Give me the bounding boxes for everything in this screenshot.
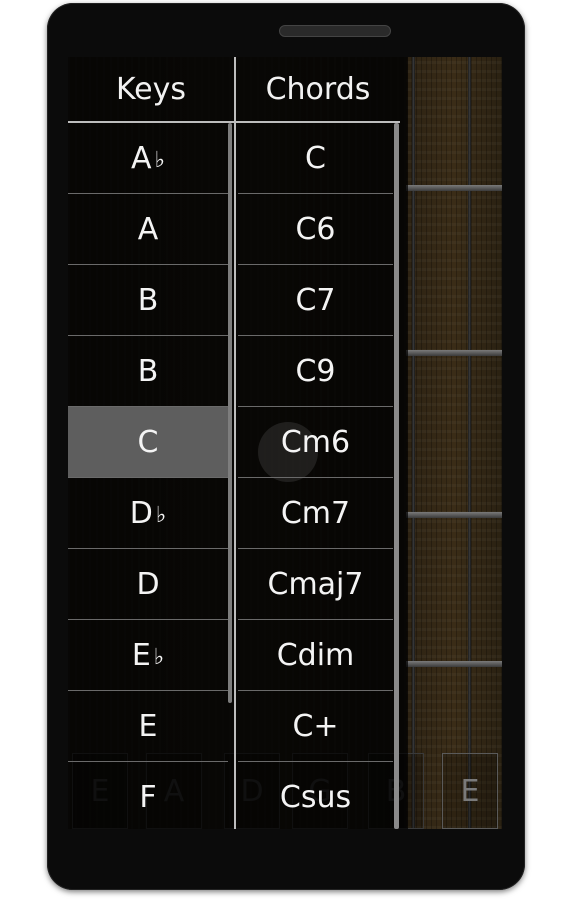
key-label: A <box>137 211 159 247</box>
keys-header: Keys <box>68 57 234 123</box>
key-item-selected[interactable]: C <box>68 407 228 478</box>
chord-item[interactable]: Cmaj7 <box>238 549 393 620</box>
chord-item[interactable]: Cm7 <box>238 478 393 549</box>
key-item[interactable]: A ♭ <box>68 123 228 194</box>
chord-item[interactable]: Csus <box>238 762 393 829</box>
keys-list[interactable]: A ♭ A B B C D ♭ D E ♭ E F <box>68 123 228 829</box>
chord-item[interactable]: C9 <box>238 336 393 407</box>
key-item[interactable]: E <box>68 691 228 762</box>
flat-symbol: ♭ <box>154 147 165 173</box>
key-label: F <box>139 779 157 815</box>
key-label: B <box>137 282 159 318</box>
keys-header-label: Keys <box>115 71 187 107</box>
key-item[interactable]: B <box>68 265 228 336</box>
fret-bar <box>406 350 502 356</box>
fretboard-visible-area <box>406 57 502 829</box>
chord-label: C6 <box>295 211 336 247</box>
panel-divider <box>234 57 236 829</box>
chord-label: Csus <box>279 779 352 815</box>
string-wire <box>468 57 471 829</box>
chord-label: C7 <box>295 282 336 318</box>
flat-symbol: ♭ <box>153 644 165 670</box>
chord-label: Cmaj7 <box>267 566 364 602</box>
string-tab-label: E <box>460 773 480 809</box>
chord-item[interactable]: C+ <box>238 691 393 762</box>
chords-header-label: Chords <box>265 71 371 107</box>
chord-label: Cm6 <box>280 424 351 460</box>
phone-chin <box>47 829 525 890</box>
chord-item[interactable]: Cdim <box>238 620 393 691</box>
chord-label: C+ <box>292 708 339 744</box>
fret-bar <box>406 512 502 518</box>
keys-scrollbar[interactable] <box>228 123 232 703</box>
key-item[interactable]: B <box>68 336 228 407</box>
key-label: E <box>138 708 158 744</box>
key-label: B <box>137 353 159 389</box>
chord-label: Cdim <box>276 637 355 673</box>
key-item[interactable]: E ♭ <box>68 620 228 691</box>
chord-label: C <box>305 140 326 176</box>
key-item[interactable]: F <box>68 762 228 829</box>
speaker-grille <box>279 25 391 37</box>
chord-item[interactable]: C7 <box>238 265 393 336</box>
string-tab-e-high[interactable]: E <box>442 753 498 829</box>
fret-bar <box>406 661 502 667</box>
chord-item[interactable]: Cm6 <box>238 407 393 478</box>
chord-item[interactable]: C <box>238 123 393 194</box>
key-label: D <box>136 566 160 602</box>
key-item[interactable]: D ♭ <box>68 478 228 549</box>
string-wire <box>412 57 415 829</box>
chords-list[interactable]: C C6 C7 C9 Cm6 Cm7 Cmaj7 Cdim C+ Csus <box>238 123 393 829</box>
key-label: D <box>129 495 153 531</box>
key-label: A <box>131 140 152 176</box>
chords-scrollbar[interactable] <box>394 123 399 829</box>
app-screen: E A D G B E Keys Chords A♭ A B B C D♭ D … <box>68 57 502 829</box>
flat-symbol: ♭ <box>155 502 167 528</box>
key-label: E <box>131 637 151 673</box>
key-item[interactable]: A <box>68 194 228 265</box>
key-label: C <box>137 424 159 460</box>
key-item[interactable]: D <box>68 549 228 620</box>
chord-label: C9 <box>295 353 336 389</box>
chord-label: Cm7 <box>280 495 351 531</box>
fret-bar <box>406 185 502 191</box>
chords-header: Chords <box>236 57 400 123</box>
chord-item[interactable]: C6 <box>238 194 393 265</box>
